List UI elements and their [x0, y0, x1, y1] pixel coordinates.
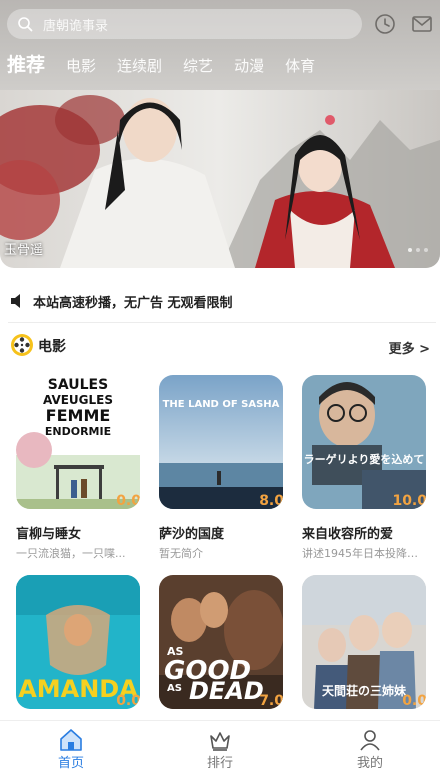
movie-poster[interactable]: THE LAND OF SASHA 8.0 [159, 375, 283, 509]
nav-label: 我的 [356, 756, 383, 771]
tab-variety[interactable]: 综艺 [183, 55, 213, 76]
movie-card[interactable]: SAULES AVEUGLES FEMME ENDORMIE 0.0 盲柳与睡女… [16, 375, 140, 561]
tab-recommend[interactable]: 推荐 [7, 50, 45, 77]
movie-card[interactable]: 天間荘の三姉妹 0.0 [302, 575, 426, 709]
svg-text:THE LAND OF SASHA: THE LAND OF SASHA [163, 399, 280, 410]
svg-text:AS: AS [167, 683, 182, 694]
movie-title: 盲柳与睡女 [16, 527, 82, 542]
profile-icon [360, 730, 380, 751]
search-placeholder: 唐朝诡事录 [43, 18, 109, 34]
notice-text: 本站高速秒播，无广告 无观看限制 [33, 295, 233, 311]
tab-sports[interactable]: 体育 [285, 55, 315, 76]
nav-label: 首页 [57, 756, 84, 771]
section-title: 电影 [38, 339, 66, 355]
app-root: 唐朝诡事录 推荐 电影 连续剧 综艺 动漫 体育 玉骨遥 本站高速秒播，无广告 … [0, 0, 440, 775]
search-bar[interactable]: 唐朝诡事录 [7, 9, 362, 39]
svg-text:天間荘の三姉妹: 天間荘の三姉妹 [322, 683, 407, 698]
svg-text:DEAD: DEAD [189, 677, 264, 705]
message-icon[interactable] [411, 13, 433, 35]
movie-poster[interactable]: ラーゲリより愛を込めて 10.0 [302, 375, 426, 509]
movie-title: 萨沙的国度 [159, 527, 225, 542]
section-header: 电影 更多 > [0, 330, 440, 358]
nav-label: 排行 [206, 756, 233, 771]
tab-series[interactable]: 连续剧 [117, 55, 162, 76]
movie-poster[interactable]: SAULES AVEUGLES FEMME ENDORMIE 0.0 [16, 375, 140, 509]
movie-card[interactable]: AMANDA 0.0 [16, 575, 140, 709]
svg-text:ENDORMIE: ENDORMIE [45, 425, 111, 438]
movie-desc: 暂无简介 [159, 547, 203, 560]
search-icon [18, 17, 33, 32]
banner-caption: 玉骨遥 [4, 243, 44, 258]
score-badge: 0.0 [402, 693, 426, 709]
score-badge: 10.0 [392, 493, 426, 509]
tab-movie[interactable]: 电影 [66, 55, 96, 76]
top-header: 唐朝诡事录 推荐 电影 连续剧 综艺 动漫 体育 [0, 0, 440, 90]
movie-poster[interactable]: AS GOOD AS DEAD 7.0 [159, 575, 283, 709]
nav-home[interactable]: 首页 [41, 728, 101, 771]
film-reel-icon [11, 334, 33, 356]
movie-desc: 讲述1945年日本投降后，... [302, 547, 426, 560]
movie-poster[interactable]: 天間荘の三姉妹 0.0 [302, 575, 426, 709]
notice-bar: 本站高速秒播，无广告 无观看限制 [0, 285, 440, 317]
nav-ranking[interactable]: 排行 [190, 728, 250, 771]
movie-card[interactable]: ラーゲリより愛を込めて 10.0 来自收容所的爱 讲述1945年日本投降后，..… [302, 375, 426, 561]
score-badge: 8.0 [259, 493, 283, 509]
score-badge: 0.0 [116, 693, 140, 709]
movie-title: 来自收容所的爱 [302, 527, 394, 542]
more-link[interactable]: 更多 > [389, 338, 430, 357]
ranking-icon [210, 732, 230, 751]
svg-text:AVEUGLES: AVEUGLES [43, 393, 113, 407]
divider [8, 322, 436, 323]
score-badge: 7.0 [259, 693, 283, 709]
movie-card[interactable]: THE LAND OF SASHA 8.0 萨沙的国度 暂无简介 [159, 375, 283, 561]
category-tabs: 推荐 电影 连续剧 综艺 动漫 体育 [7, 50, 336, 77]
nav-profile[interactable]: 我的 [340, 728, 400, 771]
movie-card[interactable]: AS GOOD AS DEAD 7.0 [159, 575, 283, 709]
tab-anime[interactable]: 动漫 [234, 55, 264, 76]
svg-text:FEMME: FEMME [46, 406, 111, 425]
speaker-icon [11, 294, 20, 308]
banner-carousel[interactable]: 玉骨遥 [0, 90, 440, 268]
score-badge: 0.0 [116, 493, 140, 509]
bottom-nav: 首页 排行 我的 [0, 720, 440, 775]
movie-desc: 一只流浪猫，一只喋... [16, 547, 126, 560]
banner-image [0, 90, 440, 268]
history-icon[interactable] [374, 13, 396, 35]
movie-poster[interactable]: AMANDA 0.0 [16, 575, 140, 709]
home-icon [60, 729, 82, 751]
svg-text:SAULES: SAULES [48, 377, 108, 393]
svg-text:ラーゲリより愛を込めて: ラーゲリより愛を込めて [304, 452, 425, 466]
